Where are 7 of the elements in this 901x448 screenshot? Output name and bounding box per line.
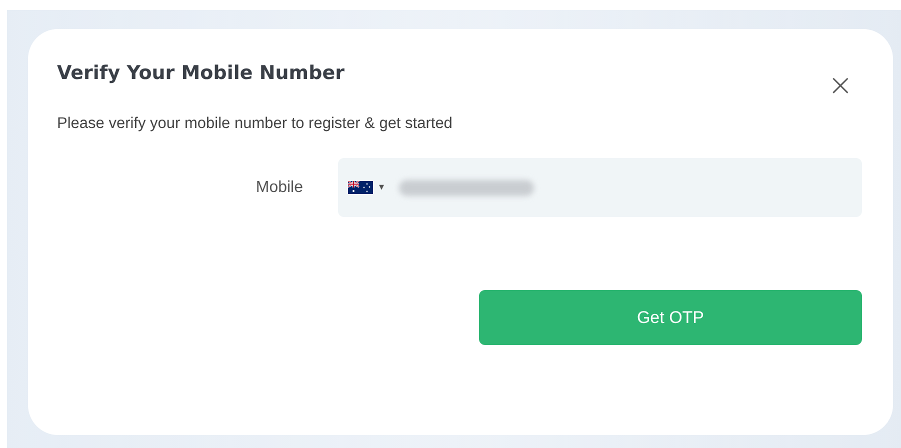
dialog-title: Verify Your Mobile Number	[57, 61, 344, 84]
mobile-field[interactable]: ▾	[338, 158, 862, 217]
caret-icon[interactable]: ▾	[379, 182, 384, 193]
close-button[interactable]: ×	[824, 71, 857, 101]
field-label: Mobile	[254, 178, 304, 196]
dialog-message: Please verify your mobile number to register & get started	[57, 115, 454, 133]
flag-icon[interactable]	[348, 181, 373, 194]
